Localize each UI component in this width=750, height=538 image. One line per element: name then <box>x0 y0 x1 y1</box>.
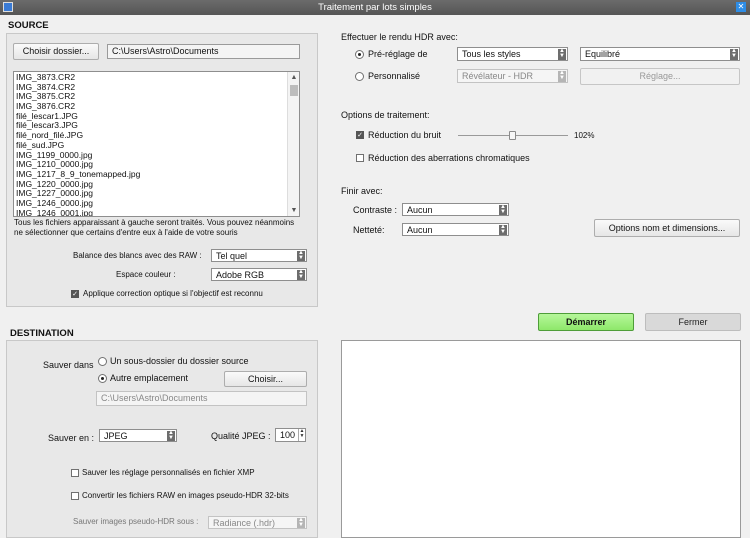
window-title: Traitement par lots simples <box>318 2 432 13</box>
source-folder-path: C:\Users\Astro\Documents <box>107 44 300 59</box>
chevron-down-icon: ▲ ▼ <box>730 48 738 60</box>
title-bar: Traitement par lots simples ✕ <box>0 0 750 15</box>
other-location-radio[interactable] <box>98 374 107 383</box>
white-balance-select[interactable]: Tel quel ▲ ▼ <box>211 249 307 262</box>
subfolder-radio[interactable] <box>98 357 107 366</box>
scroll-thumb[interactable] <box>290 85 298 96</box>
format-select[interactable]: JPEG ▲ ▼ <box>99 429 177 442</box>
color-space-label: Espace couleur : <box>116 270 176 279</box>
preset-radio[interactable] <box>355 50 364 59</box>
chevron-down-icon: ▲ ▼ <box>558 70 566 82</box>
sharpness-value: Aucun <box>407 225 433 235</box>
close-window-icon[interactable]: ✕ <box>736 2 746 12</box>
sharpness-select[interactable]: Aucun ▲ ▼ <box>402 223 509 236</box>
hdr-heading: Effectuer le rendu HDR avec: <box>341 32 458 42</box>
source-note-line1: Tous les fichiers apparaissant à gauche … <box>14 218 295 227</box>
raw-pseudo-hdr-label: Convertir les fichiers RAW en images pse… <box>82 491 289 500</box>
contrast-label: Contraste : <box>353 205 398 215</box>
noise-value: 102% <box>574 131 595 140</box>
custom-label: Personnalisé <box>368 71 421 81</box>
pseudo-hdr-format-label: Sauver images pseudo-HDR sous : <box>73 517 199 526</box>
jpeg-quality-label: Qualité JPEG : <box>211 431 271 441</box>
white-balance-label: Balance des blancs avec des RAW : <box>73 251 202 260</box>
sharpness-label: Netteté: <box>353 225 385 235</box>
color-space-select[interactable]: Adobe RGB ▲ ▼ <box>211 268 307 281</box>
preset-label: Pré-réglage de <box>368 49 428 59</box>
optical-correction-checkbox[interactable]: ✓ <box>71 290 79 298</box>
chevron-down-icon: ▲ ▼ <box>167 430 175 441</box>
destination-heading: DESTINATION <box>10 328 74 339</box>
jpeg-quality-spinner[interactable]: 100 ▲ ▼ <box>275 428 306 442</box>
destination-path: C:\Users\Astro\Documents <box>96 391 307 406</box>
pseudo-hdr-format-select[interactable]: Radiance (.hdr) ▲ ▼ <box>208 516 307 529</box>
finish-heading: Finir avec: <box>341 186 383 196</box>
format-value: JPEG <box>104 431 128 441</box>
preset-value-select[interactable]: Equilibré ▲ ▼ <box>580 47 740 61</box>
xmp-checkbox[interactable] <box>71 469 79 477</box>
color-space-value: Adobe RGB <box>216 270 265 280</box>
scroll-down-icon[interactable]: ▼ <box>288 205 299 216</box>
processing-heading: Options de traitement: <box>341 110 430 120</box>
raw-pseudo-hdr-checkbox[interactable] <box>71 492 79 500</box>
settings-button[interactable]: Réglage... <box>580 68 740 85</box>
chevron-down-icon: ▲ ▼ <box>297 250 305 261</box>
subfolder-label: Un sous-dossier du dossier source <box>110 356 249 366</box>
preset-style-select[interactable]: Tous les styles ▲ ▼ <box>457 47 568 61</box>
chevron-down-icon: ▲ ▼ <box>297 517 305 528</box>
choose-folder-button[interactable]: Choisir dossier... <box>13 43 99 60</box>
start-button[interactable]: Démarrer <box>538 313 634 331</box>
xmp-label: Sauver les réglage personnalisés en fich… <box>82 468 255 477</box>
noise-slider-thumb[interactable] <box>509 131 516 140</box>
noise-reduction-label: Réduction du bruit <box>368 130 442 140</box>
file-list-scrollbar[interactable]: ▲ ▼ <box>287 72 299 216</box>
white-balance-value: Tel quel <box>216 251 248 261</box>
chromatic-aberration-label: Réduction des aberrations chromatiques <box>368 153 530 163</box>
spinner-arrows-icon[interactable]: ▲ ▼ <box>298 429 305 441</box>
jpeg-quality-value: 100 <box>280 430 296 440</box>
save-in-label: Sauver dans <box>43 360 94 370</box>
name-options-button[interactable]: Options nom et dimensions... <box>594 219 740 237</box>
chevron-down-icon: ▲ ▼ <box>499 224 507 235</box>
file-list[interactable]: IMG_3873.CR2 IMG_3874.CR2 IMG_3875.CR2 IMG_… <box>13 71 300 217</box>
save-as-label: Sauver en : <box>48 433 95 443</box>
chromatic-aberration-checkbox[interactable] <box>356 154 364 162</box>
noise-reduction-checkbox[interactable]: ✓ <box>356 131 364 139</box>
optical-correction-label: Applique correction optique si l'objecti… <box>83 289 263 298</box>
preset-style-value: Tous les styles <box>462 49 521 59</box>
source-heading: SOURCE <box>8 20 49 31</box>
contrast-value: Aucun <box>407 205 433 215</box>
other-location-label: Autre emplacement <box>110 373 189 383</box>
pseudo-hdr-format-value: Radiance (.hdr) <box>213 518 276 528</box>
chevron-down-icon: ▲ ▼ <box>558 48 566 60</box>
custom-select[interactable]: Révélateur - HDR ▲ ▼ <box>457 69 568 83</box>
close-button[interactable]: Fermer <box>645 313 741 331</box>
scroll-up-icon[interactable]: ▲ <box>288 72 299 83</box>
preset-value: Equilibré <box>585 49 621 59</box>
file-list-item[interactable]: IMG_1246_0001.jpg <box>14 208 287 216</box>
log-output <box>341 340 741 538</box>
custom-radio[interactable] <box>355 72 364 81</box>
custom-value: Révélateur - HDR <box>462 71 534 81</box>
chevron-down-icon: ▲ ▼ <box>499 204 507 215</box>
choose-destination-button[interactable]: Choisir... <box>224 371 307 387</box>
source-note-line2: ne sélectionner que certains d'entre eux… <box>14 228 238 237</box>
chevron-down-icon: ▲ ▼ <box>297 269 305 280</box>
contrast-select[interactable]: Aucun ▲ ▼ <box>402 203 509 216</box>
